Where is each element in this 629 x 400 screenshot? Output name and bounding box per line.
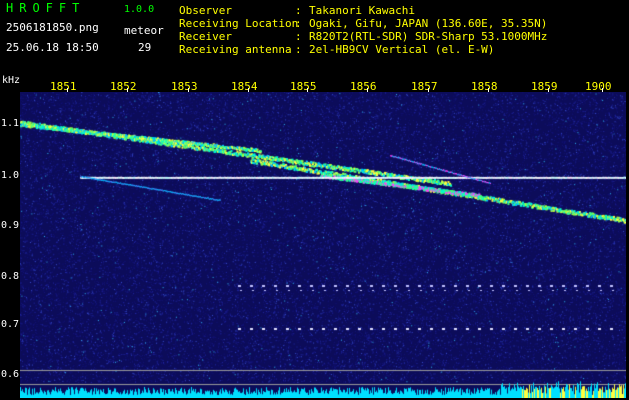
info-row-receiver: Receiver: R820T2(RTL-SDR) SDR-Sharp 53.10…: [179, 30, 548, 43]
station-info: Observer: Takanori Kawachi Receiving Loca…: [179, 4, 547, 56]
info-value: R820T2(RTL-SDR) SDR-Sharp 53.1000MHz: [309, 30, 548, 43]
info-value: Takanori Kawachi: [309, 4, 415, 17]
meteor-count: 29: [138, 41, 152, 54]
info-label: Receiver: [179, 30, 232, 43]
freq-tick-label: 1.1: [1, 118, 20, 129]
info-value: 2el-HB9CV Vertical (el. E-W): [309, 43, 495, 56]
info-row-location: Receiving Location: Ogaki, Gifu, JAPAN (1…: [179, 17, 548, 30]
meteor-label: meteor: [124, 24, 164, 37]
info-label: Receiving antenna: [179, 43, 292, 56]
info-label: Receiving Location: [179, 17, 299, 30]
app-version: 1.0.0: [124, 4, 155, 15]
info-row-antenna: Receiving antenna:2el-HB9CV Vertical (el…: [179, 43, 495, 56]
freq-tick-label: 0.6: [1, 369, 20, 380]
app-name: HROFFT: [6, 1, 86, 15]
freq-tick-label: 0.9: [1, 220, 20, 231]
info-value: Ogaki, Gifu, JAPAN (136.60E, 35.35N): [309, 17, 548, 30]
freq-tick-label: 1.0: [1, 170, 20, 181]
time-axis: 1851 1852 1853 1854 1855 1856 1857 1858 1859 1900: [0, 62, 629, 93]
info-label: Observer: [179, 4, 232, 17]
header-panel: HROFFT 1.0.0 2506181850.png meteor 25.06…: [0, 0, 629, 62]
freq-tick-label: 0.7: [1, 319, 20, 330]
freq-tick-label: 0.8: [1, 271, 20, 282]
timestamp: 25.06.18 18:50: [6, 41, 99, 54]
spectrogram-waterfall: [20, 92, 626, 398]
info-row-observer: Observer: Takanori Kawachi: [179, 4, 415, 17]
file-name: 2506181850.png: [6, 21, 99, 34]
